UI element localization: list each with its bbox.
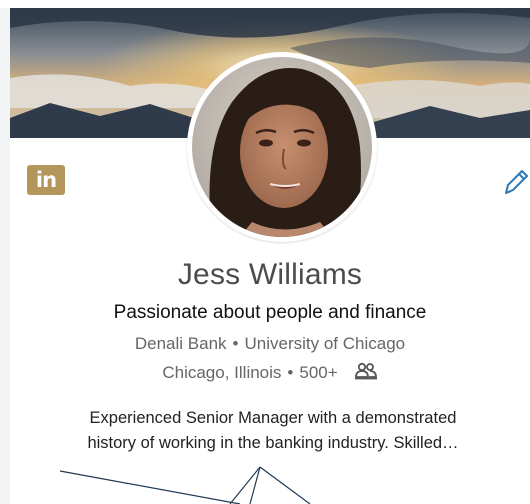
- location-connections-row: Chicago, Illinois • 500+: [10, 362, 530, 383]
- linkedin-logo: in: [27, 165, 65, 195]
- left-gutter: [0, 8, 10, 504]
- people-icon[interactable]: [354, 362, 378, 380]
- location-text: Chicago, Illinois: [162, 363, 282, 382]
- separator-dot: •: [287, 363, 294, 382]
- edit-profile-button[interactable]: [500, 165, 530, 199]
- school-link[interactable]: University of Chicago: [245, 334, 406, 353]
- pencil-icon: [505, 170, 528, 194]
- separator-dot: •: [232, 334, 239, 353]
- profile-summary: Experienced Senior Manager with a demons…: [38, 406, 508, 456]
- profile-headline: Passionate about people and finance: [113, 302, 427, 323]
- avatar[interactable]: [187, 52, 377, 242]
- company-school-row: Denali Bank • University of Chicago: [10, 334, 530, 354]
- summary-line: Experienced Senior Manager with a demons…: [89, 409, 457, 427]
- summary-line[interactable]: history of working in the banking indust…: [38, 431, 508, 456]
- company-link[interactable]: Denali Bank: [135, 334, 227, 353]
- connections-count[interactable]: 500+: [299, 363, 337, 382]
- profile-photo: [192, 57, 372, 237]
- connector-lines: [59, 466, 311, 504]
- profile-name: Jess Williams: [177, 258, 363, 291]
- profile-card: in Jess Williams Passionate about people…: [10, 8, 530, 504]
